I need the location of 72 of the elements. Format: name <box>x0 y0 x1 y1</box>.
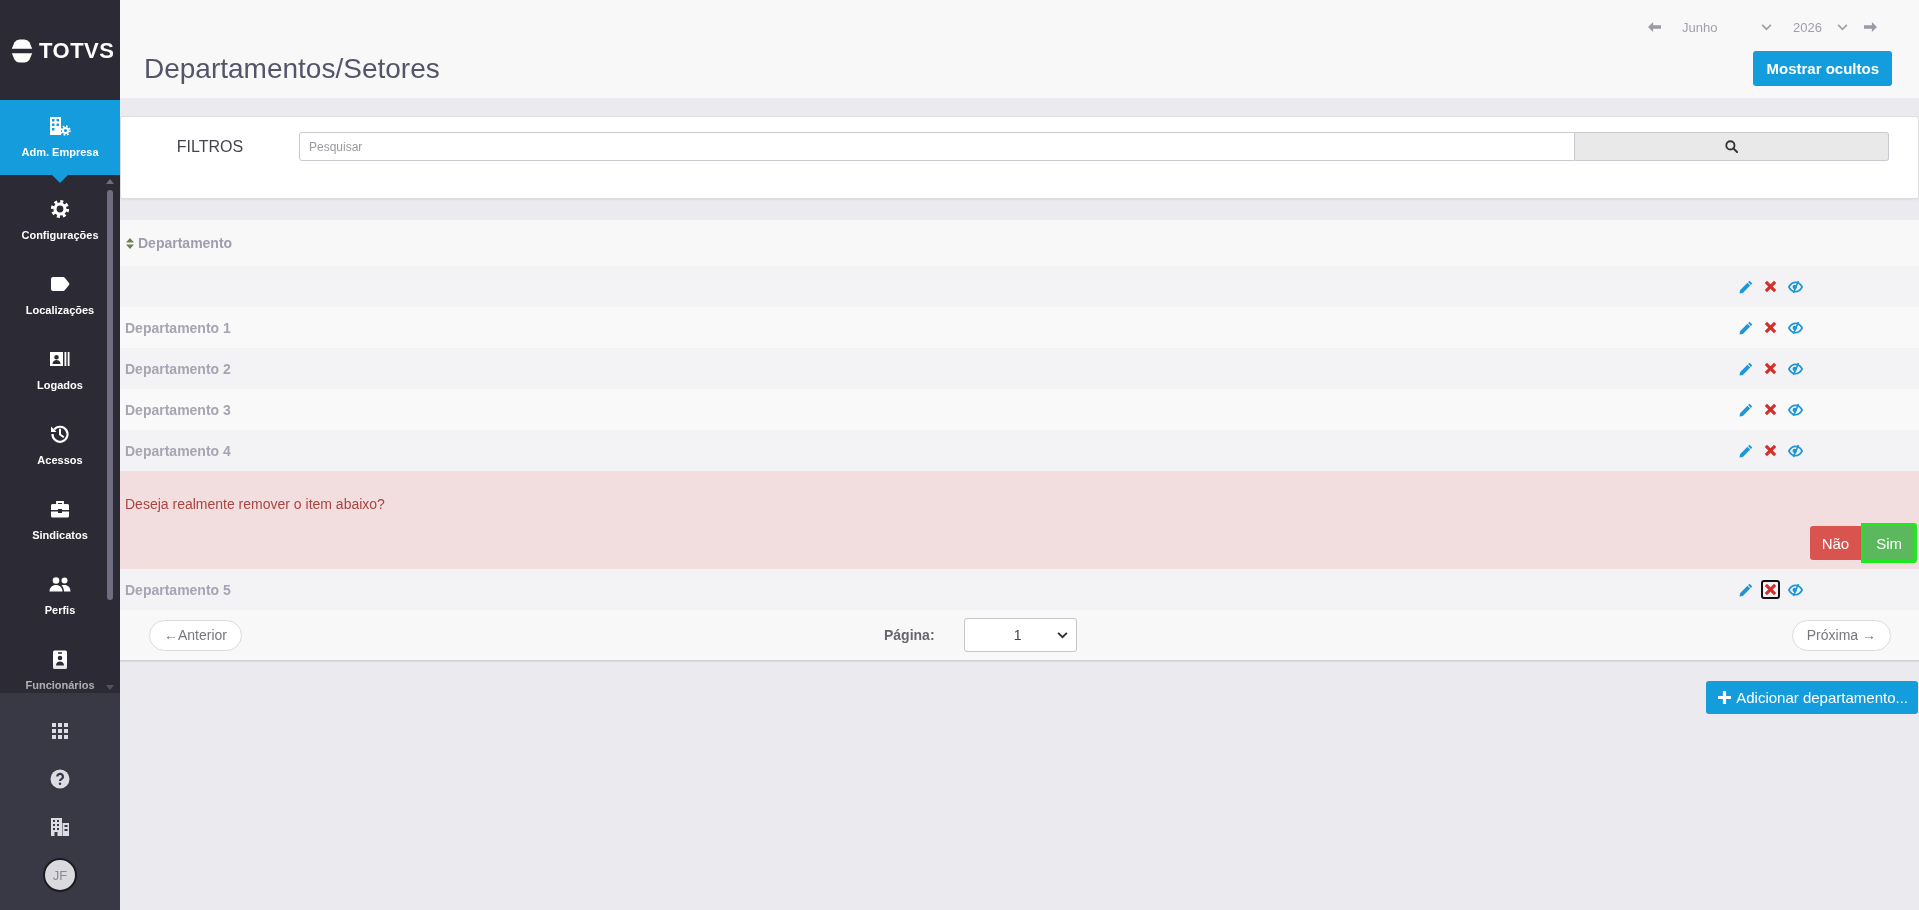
nav-item[interactable]: Localizações <box>0 258 120 333</box>
logo-text: TOTVS <box>39 38 115 64</box>
pencil-icon <box>1738 402 1753 417</box>
id-card-icon <box>49 351 71 367</box>
gear-icon <box>50 199 70 219</box>
page-title: Departamentos/Setores <box>144 52 440 86</box>
confirm-message: Deseja realmente remover o item abaixo? <box>125 495 385 513</box>
building-gear-icon <box>49 116 71 136</box>
nav-item[interactable]: Perfis <box>0 558 120 633</box>
pencil-icon <box>1738 320 1753 335</box>
search-field[interactable]: Pesquisar <box>299 132 1575 161</box>
sort-icon <box>126 237 134 249</box>
eye-slash-icon <box>1788 279 1803 294</box>
year-select[interactable]: 2026 <box>1788 18 1848 36</box>
pencil-icon <box>1738 361 1753 376</box>
month-select[interactable]: Junho <box>1677 18 1772 36</box>
eye-slash-icon <box>1788 443 1803 458</box>
cancel-button[interactable]: Não <box>1809 526 1862 560</box>
logo-icon <box>9 38 35 64</box>
pencil-icon <box>1738 279 1753 294</box>
table-cell-text: Departamento 4 <box>124 442 232 459</box>
nav-item[interactable]: Sindicatos <box>0 483 120 558</box>
help-icon[interactable] <box>50 769 70 789</box>
building-icon[interactable] <box>50 817 70 837</box>
apps-grid-icon[interactable] <box>52 723 68 739</box>
page-label: Página: <box>884 627 935 643</box>
previous-month-button[interactable] <box>1648 21 1661 33</box>
arrow-left-icon <box>1648 21 1661 33</box>
x-icon <box>1764 321 1777 334</box>
sort-header[interactable]: Departamento <box>124 235 235 251</box>
next-button[interactable]: Próxima → <box>1791 619 1891 651</box>
caret-up-icon[interactable] <box>106 179 114 184</box>
eye-slash-icon <box>1788 582 1803 597</box>
chevron-down-icon <box>1056 631 1068 639</box>
user-avatar[interactable]: JF <box>43 858 77 892</box>
nav-item[interactable]: Configurações <box>0 183 120 258</box>
briefcase-icon <box>50 500 70 518</box>
filter-label: FILTROS <box>175 137 245 157</box>
table-cell-text: Departamento 3 <box>124 401 232 418</box>
nav-item[interactable]: Acessos <box>0 408 120 483</box>
x-icon <box>1764 280 1777 293</box>
table-cell-text: Departamento 5 <box>124 581 232 598</box>
show-hidden-button[interactable]: Mostrar ocultos <box>1753 51 1892 86</box>
history-icon <box>50 424 70 444</box>
pencil-icon <box>1738 582 1753 597</box>
table-cell-text: Departamento 2 <box>124 360 232 377</box>
caret-down-icon[interactable] <box>106 685 114 690</box>
eye-slash-icon <box>1788 361 1803 376</box>
scrollbar-thumb[interactable] <box>107 190 113 600</box>
nav-item[interactable]: Adm. Empresa <box>0 100 120 183</box>
chevron-down-icon <box>1837 23 1848 31</box>
page-select[interactable]: 1 <box>963 618 1077 652</box>
tag-icon <box>50 276 70 292</box>
x-icon <box>1764 362 1777 375</box>
arrow-right-icon <box>1864 21 1877 33</box>
table-cell-text: Departamento 1 <box>124 319 232 336</box>
previous-button[interactable]: ←Anterior <box>149 619 243 651</box>
pencil-icon <box>1738 443 1753 458</box>
people-icon <box>49 576 71 592</box>
x-icon <box>1764 583 1777 596</box>
search-icon <box>1725 140 1738 153</box>
eye-slash-icon <box>1788 402 1803 417</box>
confirm-button[interactable]: Sim <box>1861 523 1917 563</box>
clipboard-person-icon <box>52 649 68 669</box>
delete-button[interactable] <box>1761 580 1780 599</box>
x-icon <box>1764 403 1777 416</box>
x-icon <box>1764 444 1777 457</box>
add-department-button[interactable]: Adicionar departamento... <box>1706 681 1918 714</box>
chevron-down-icon <box>1761 23 1772 31</box>
eye-slash-icon <box>1788 320 1803 335</box>
next-month-button[interactable] <box>1864 21 1877 33</box>
plus-icon <box>1718 691 1732 704</box>
